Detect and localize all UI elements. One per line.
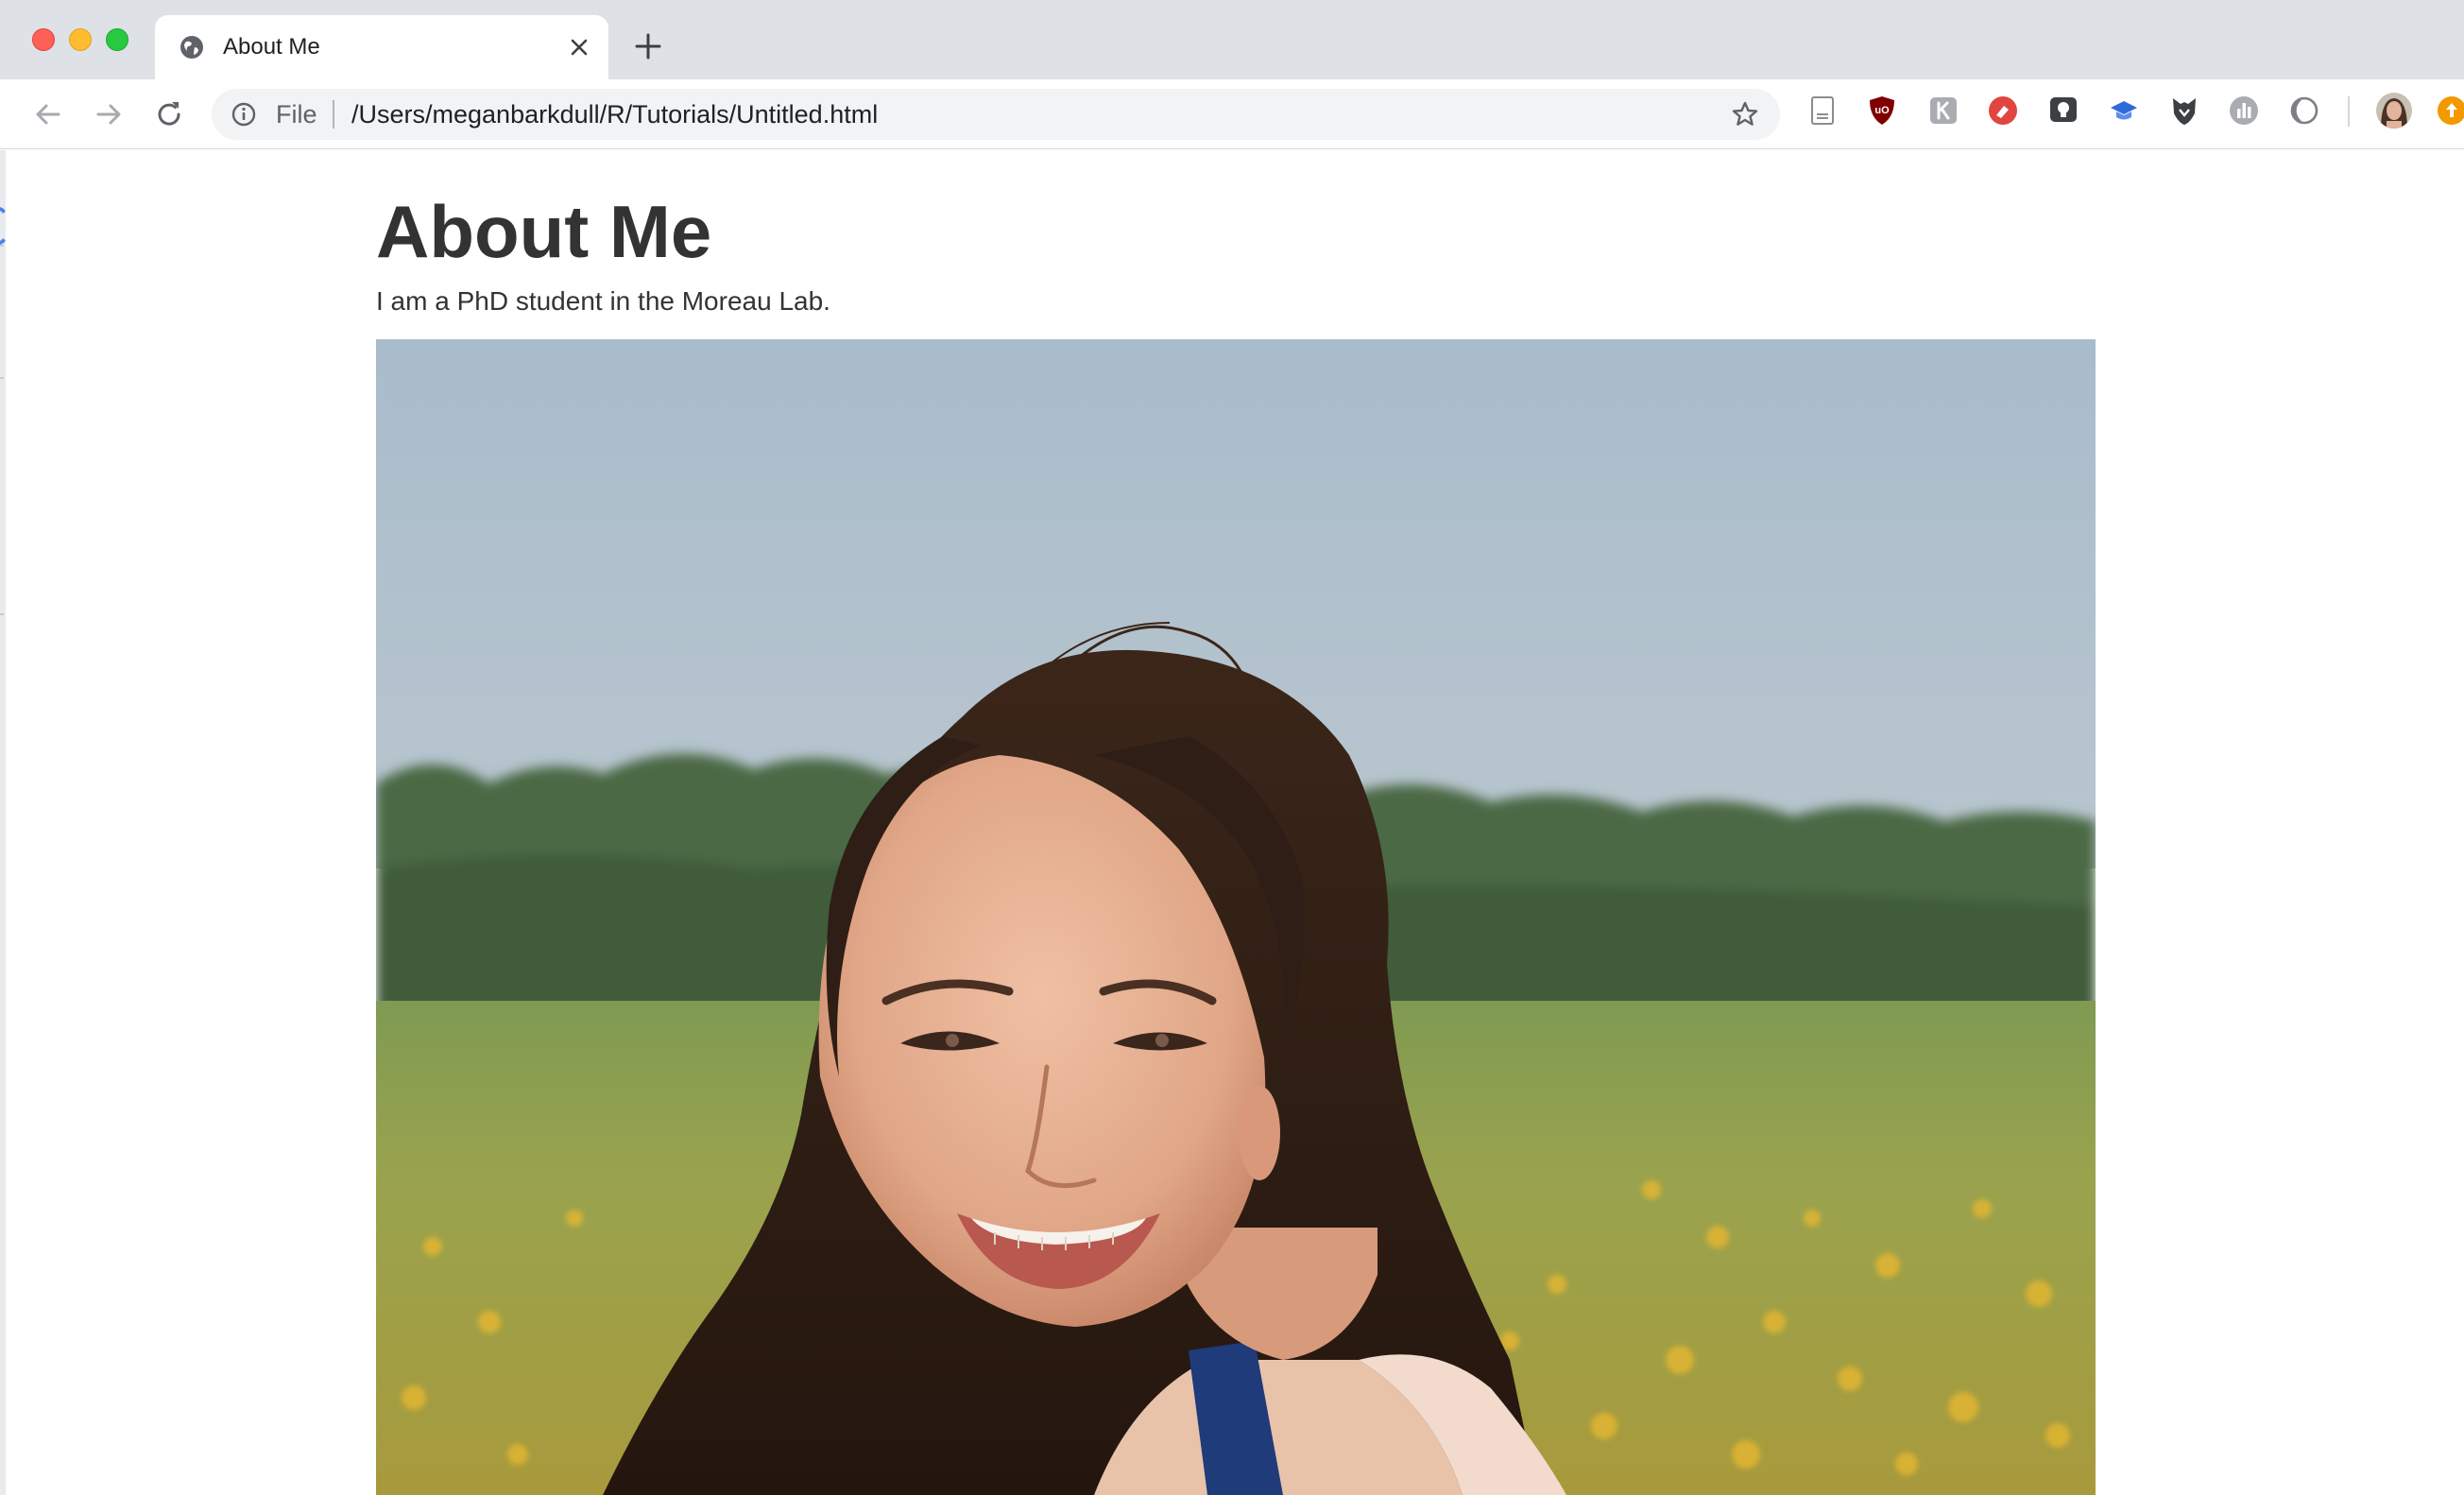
left-edge-tick [0,377,4,379]
tab-strip: About Me [0,0,2464,79]
bar-chart-icon[interactable] [2228,95,2260,127]
info-icon[interactable] [231,101,257,128]
omnibox-divider [333,100,334,129]
window-zoom-button[interactable] [106,28,128,51]
orange-update-icon[interactable] [2436,95,2464,127]
page-icon[interactable] [1806,95,1839,127]
close-icon[interactable] [565,33,593,61]
tab-about-me[interactable]: About Me [155,15,608,79]
globe-icon [178,33,206,61]
letter-k-icon[interactable] [1927,95,1959,127]
graduation-cap-icon[interactable] [2108,95,2140,127]
url-text[interactable]: /Users/meganbarkdull/R/Tutorials/Untitle… [351,101,878,128]
red-extension-icon[interactable] [1987,95,2019,127]
url-scheme: File [276,100,317,129]
forward-arrow-icon[interactable] [91,96,127,132]
lightbulb-icon[interactable] [2047,95,2079,127]
address-bar[interactable]: File /Users/meganbarkdull/R/Tutorials/Un… [212,89,1780,140]
intro-text: I am a PhD student in the Moreau Lab. [376,286,830,316]
profile-photo [376,339,2096,1495]
reload-icon[interactable] [151,96,187,132]
window-close-button[interactable] [32,28,55,51]
page-viewport: About Me I am a PhD student in the Morea… [0,150,2464,1495]
left-edge-tick [0,245,4,247]
ublock-shield-icon[interactable]: uO [1866,95,1898,127]
left-edge-blue-indicator [0,207,9,245]
svg-text:uO: uO [1874,105,1890,116]
fox-shield-icon[interactable] [2168,95,2200,127]
star-icon[interactable] [1731,100,1759,129]
window-minimize-button[interactable] [69,28,92,51]
plus-icon[interactable] [633,31,663,61]
back-arrow-icon[interactable] [30,96,66,132]
profile-avatar[interactable] [2375,92,2413,129]
browser-toolbar: File /Users/meganbarkdull/R/Tutorials/Un… [0,79,2464,149]
left-panel-edge [0,150,6,1495]
moon-icon[interactable] [2288,95,2320,127]
left-edge-tick [0,613,4,615]
page-title: About Me [376,190,712,273]
tab-title: About Me [223,34,320,60]
toolbar-divider [2348,96,2350,127]
